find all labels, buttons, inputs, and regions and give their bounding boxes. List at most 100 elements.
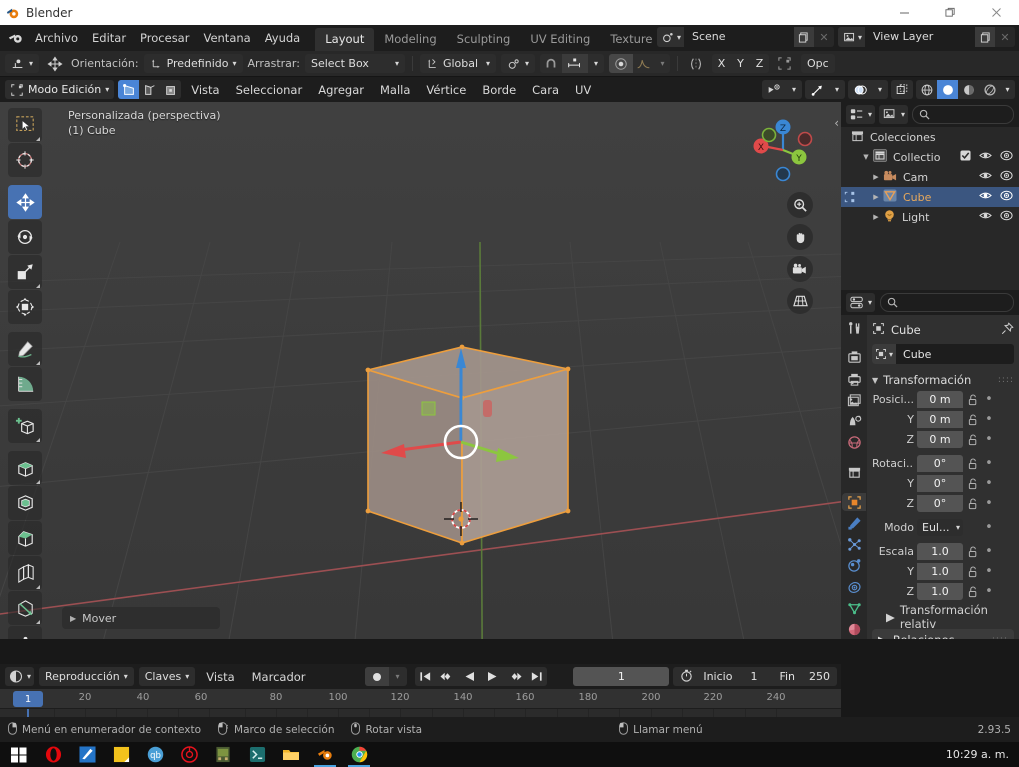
rotation-mode-dropdown[interactable]: Eul... ▾	[917, 519, 963, 536]
timeline-menu-marcador[interactable]: Marcador	[246, 668, 312, 686]
camera-view-icon[interactable]	[787, 256, 813, 282]
gizmo-group[interactable]: ▾	[805, 80, 845, 99]
collection-visibility-eye-icon[interactable]	[979, 150, 992, 164]
rotation-z-animate-dot[interactable]: •	[983, 496, 995, 511]
window-maximize-button[interactable]	[927, 0, 973, 25]
properties-tab-scene[interactable]	[842, 412, 866, 430]
viewport-menu-vertice[interactable]: Vértice	[420, 81, 472, 99]
scale-z-animate-dot[interactable]: •	[983, 584, 995, 599]
proportional-edit-icon[interactable]	[608, 54, 633, 73]
light-visibility-eye-icon[interactable]	[979, 210, 992, 224]
viewport-menu-uv[interactable]: UV	[569, 81, 597, 99]
show-overlays-icon[interactable]	[848, 80, 872, 99]
tool-bevel[interactable]	[8, 521, 42, 555]
qbittorrent-icon[interactable]: qb	[138, 742, 172, 767]
location-x-animate-dot[interactable]: •	[983, 392, 995, 407]
object-visibility-icon[interactable]	[762, 80, 786, 99]
solid-shading-icon[interactable]	[937, 80, 958, 99]
object-name-field[interactable]: ▾ Cube	[872, 344, 1014, 364]
scale-y-field[interactable]: 1.0	[917, 563, 963, 580]
navigation-gizmo[interactable]: Z X Y	[743, 110, 823, 190]
menu-editar[interactable]: Editar	[85, 28, 133, 48]
zoom-icon[interactable]	[787, 192, 813, 218]
scene-new-icon[interactable]	[793, 27, 814, 47]
scene-name[interactable]: Scene	[683, 27, 794, 47]
start-frame-value[interactable]: 1	[750, 670, 757, 683]
drag-dropdown[interactable]: Select Box ▾	[304, 54, 405, 73]
light-disclosure-icon[interactable]: ▶	[869, 213, 883, 221]
workspace-tab-sculpting[interactable]: Sculpting	[447, 28, 521, 51]
location-x-field[interactable]: 0 m	[917, 391, 963, 408]
play-reverse-icon[interactable]	[459, 667, 481, 686]
view-layer-new-icon[interactable]	[975, 27, 995, 47]
auto-keying-group[interactable]: ▾	[364, 667, 407, 686]
viewport-menu-vista[interactable]: Vista	[185, 81, 225, 99]
snap-magnet-icon[interactable]	[540, 54, 562, 73]
snapping-group[interactable]: ▾	[539, 54, 604, 73]
object-name-value[interactable]: Cube	[896, 348, 931, 361]
collection-render-camera-icon[interactable]	[1000, 150, 1013, 164]
view-layer-selector[interactable]: ▾ View Layer ✕	[837, 27, 1015, 47]
rotation-y-animate-dot[interactable]: •	[983, 476, 995, 491]
rotation-y-field[interactable]: 0°	[917, 475, 963, 492]
mirror-axis-x[interactable]: X	[712, 54, 731, 73]
editor-icon[interactable]	[70, 742, 104, 767]
snap-to-dropdown[interactable]	[561, 54, 588, 73]
viewport-menu-cara[interactable]: Cara	[526, 81, 565, 99]
tool-move[interactable]	[8, 185, 42, 219]
rotation-x-animate-dot[interactable]: •	[983, 456, 995, 471]
properties-tab-object[interactable]	[842, 492, 866, 512]
properties-tab-constraints[interactable]	[842, 578, 866, 596]
properties-tab-material[interactable]	[842, 621, 866, 639]
scale-z-field[interactable]: 1.0	[917, 583, 963, 600]
rotation-z-lock-icon[interactable]	[966, 497, 980, 510]
auto-keying-chevron-icon[interactable]: ▾	[389, 667, 407, 686]
tool-scale[interactable]	[8, 255, 42, 289]
shading-chevron-icon[interactable]: ▾	[1000, 80, 1015, 99]
tool-rotate[interactable]	[8, 220, 42, 254]
viewport-menu-agregar[interactable]: Agregar	[312, 81, 370, 99]
camera-disclosure-icon[interactable]: ▶	[869, 173, 883, 181]
tool-loop-cut[interactable]	[8, 556, 42, 590]
rotation-y-lock-icon[interactable]	[966, 477, 980, 490]
properties-tab-modifiers[interactable]	[842, 514, 866, 532]
viewport-menu-malla[interactable]: Malla	[374, 81, 416, 99]
visibility-chevron-icon[interactable]: ▾	[786, 80, 802, 99]
outliner-row-scene-collection[interactable]: Colecciones	[841, 127, 1019, 147]
windows-start-icon[interactable]	[2, 742, 36, 767]
scene-unlink-icon[interactable]: ✕	[813, 27, 834, 47]
tool-cursor[interactable]	[8, 143, 42, 177]
wireframe-shading-icon[interactable]	[916, 80, 937, 99]
topology-mirror-icon[interactable]	[774, 54, 796, 73]
workspace-tab-modeling[interactable]: Modeling	[374, 28, 446, 51]
jump-to-end-icon[interactable]	[526, 667, 547, 686]
opera-icon[interactable]	[36, 742, 70, 767]
rotation-x-lock-icon[interactable]	[966, 457, 980, 470]
edge-select-mode-icon[interactable]	[139, 80, 160, 99]
scene-browse-icon[interactable]: ▾	[656, 27, 684, 47]
scale-x-lock-icon[interactable]	[966, 545, 980, 558]
transform-panel-triangle-icon[interactable]: ▼	[872, 376, 878, 385]
proportional-falloff-icon[interactable]	[633, 54, 655, 73]
auto-keyframe-record-icon[interactable]	[364, 667, 389, 686]
properties-tab-particles[interactable]	[842, 536, 866, 554]
timeline-menu-reproduccion[interactable]: Reproducción ▾	[39, 667, 134, 686]
outliner-row-collection[interactable]: ▼ Collectio	[841, 147, 1019, 167]
transform-orientation-dropdown[interactable]: Global ▾	[419, 54, 496, 73]
cube-disclosure-icon[interactable]: ▶	[869, 193, 883, 201]
light-render-camera-icon[interactable]	[1000, 210, 1013, 224]
end-frame-value[interactable]: 250	[809, 670, 830, 683]
play-icon[interactable]	[481, 667, 503, 686]
operator-redo-panel[interactable]: ▶ Mover	[62, 607, 220, 629]
viewport-3d[interactable]: Personalizada (perspectiva) (1) Cube Z X…	[0, 102, 841, 639]
playhead-frame-indicator[interactable]: 1	[13, 691, 43, 707]
timeline-menu-vista[interactable]: Vista	[200, 668, 240, 686]
view-layer-remove-icon[interactable]: ✕	[995, 27, 1015, 47]
game-icon[interactable]	[206, 742, 240, 767]
viewport-menu-seleccionar[interactable]: Seleccionar	[230, 81, 309, 99]
proportional-falloff-chevron[interactable]: ▾	[655, 54, 670, 73]
properties-tab-collection[interactable]	[842, 463, 866, 481]
use-preview-range-icon[interactable]	[680, 669, 693, 685]
timeline-ruler[interactable]: 20 40 60 80 100 120 140 160 180 200 220 …	[0, 689, 841, 709]
active-tool-icon[interactable]: ▾	[5, 54, 40, 73]
